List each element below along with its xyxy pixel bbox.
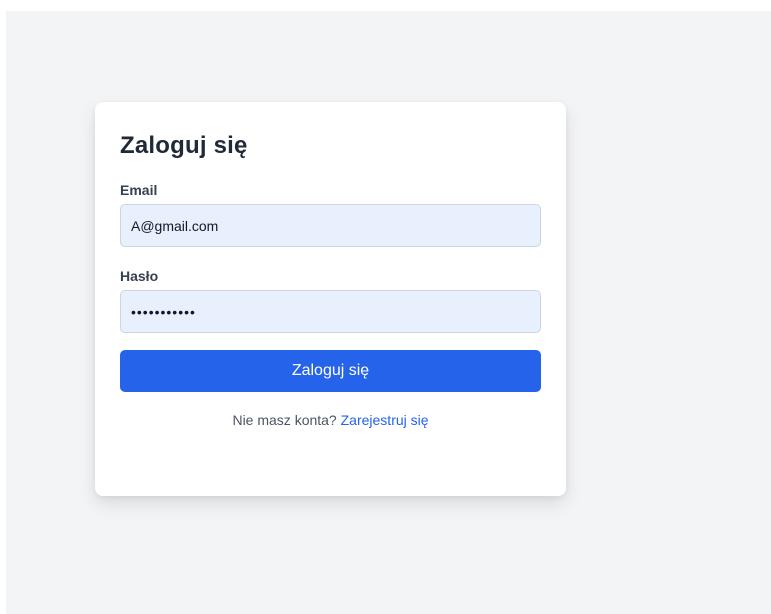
email-field[interactable]: [120, 204, 541, 247]
password-label: Hasło: [120, 268, 159, 284]
password-field[interactable]: [120, 290, 541, 333]
login-card: Zaloguj się Email Hasło Zaloguj się Nie …: [95, 102, 566, 496]
register-link[interactable]: Zarejestruj się: [341, 412, 429, 428]
page-title: Zaloguj się: [120, 132, 248, 159]
register-prompt-text: Nie masz konta?: [232, 412, 337, 428]
email-label: Email: [120, 182, 158, 198]
page-background: Zaloguj się Email Hasło Zaloguj się Nie …: [6, 11, 771, 614]
register-prompt-row: Nie masz konta? Zarejestruj się: [95, 412, 566, 428]
login-button[interactable]: Zaloguj się: [120, 350, 541, 392]
